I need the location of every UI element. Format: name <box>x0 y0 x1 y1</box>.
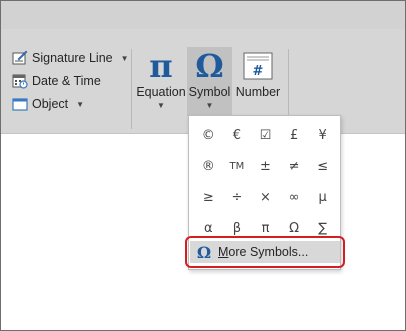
chevron-down-icon: ▼ <box>157 101 165 110</box>
symbol-cell[interactable]: ≤ <box>308 151 337 182</box>
text-group: Signature Line ▼ Date & Time Object ▼ <box>1 45 131 131</box>
symbol-cell[interactable]: ≥ <box>194 182 223 213</box>
number-button[interactable]: # Number <box>232 47 284 117</box>
window-frame: Signature Line ▼ Date & Time Object ▼ π … <box>0 0 406 331</box>
symbol-cell[interactable]: ≠ <box>280 151 309 182</box>
chevron-down-icon: ▼ <box>120 53 129 63</box>
symbol-cell[interactable]: £ <box>280 120 309 151</box>
symbol-label: Symbol <box>188 85 231 99</box>
date-time-button[interactable]: Date & Time <box>11 70 101 92</box>
number-icon: # <box>243 47 273 85</box>
pi-icon: π <box>149 47 173 85</box>
symbol-cell[interactable]: © <box>194 120 223 151</box>
equation-label: Equation <box>136 85 186 99</box>
date-time-label: Date & Time <box>32 74 101 88</box>
signature-line-label: Signature Line <box>32 51 113 65</box>
chevron-down-icon: ▼ <box>205 101 214 110</box>
equation-button[interactable]: π Equation ▼ <box>134 47 188 117</box>
omega-icon: Ω <box>195 47 224 85</box>
symbol-cell[interactable]: × <box>251 182 280 213</box>
symbol-cell[interactable]: € <box>223 120 252 151</box>
signature-line-icon <box>11 50 28 67</box>
calendar-icon <box>11 73 28 90</box>
symbol-cell[interactable]: ☑ <box>251 120 280 151</box>
symbol-cell[interactable]: ¥ <box>308 120 337 151</box>
ribbon-top-strip <box>1 1 405 29</box>
group-divider <box>131 49 132 129</box>
symbol-cell[interactable]: TM <box>223 151 252 182</box>
symbol-cell[interactable]: ÷ <box>223 182 252 213</box>
symbol-cell[interactable]: ∞ <box>280 182 309 213</box>
signature-line-button[interactable]: Signature Line ▼ <box>11 47 129 69</box>
symbol-cell[interactable]: µ <box>308 182 337 213</box>
symbol-button[interactable]: Ω Symbol ▼ <box>187 47 232 116</box>
svg-text:#: # <box>253 64 264 79</box>
highlight-annotation <box>185 236 345 268</box>
object-label: Object <box>32 97 69 111</box>
object-button[interactable]: Object ▼ <box>11 93 84 115</box>
object-icon <box>11 96 28 113</box>
symbol-cell[interactable]: ® <box>194 151 223 182</box>
symbol-grid: © € ☑ £ ¥ ® TM ± ≠ ≤ ≥ ÷ × ∞ µ α β π Ω ∑ <box>194 120 337 244</box>
number-label: Number <box>235 85 281 99</box>
chevron-down-icon: ▼ <box>76 99 85 109</box>
symbol-cell[interactable]: ± <box>251 151 280 182</box>
